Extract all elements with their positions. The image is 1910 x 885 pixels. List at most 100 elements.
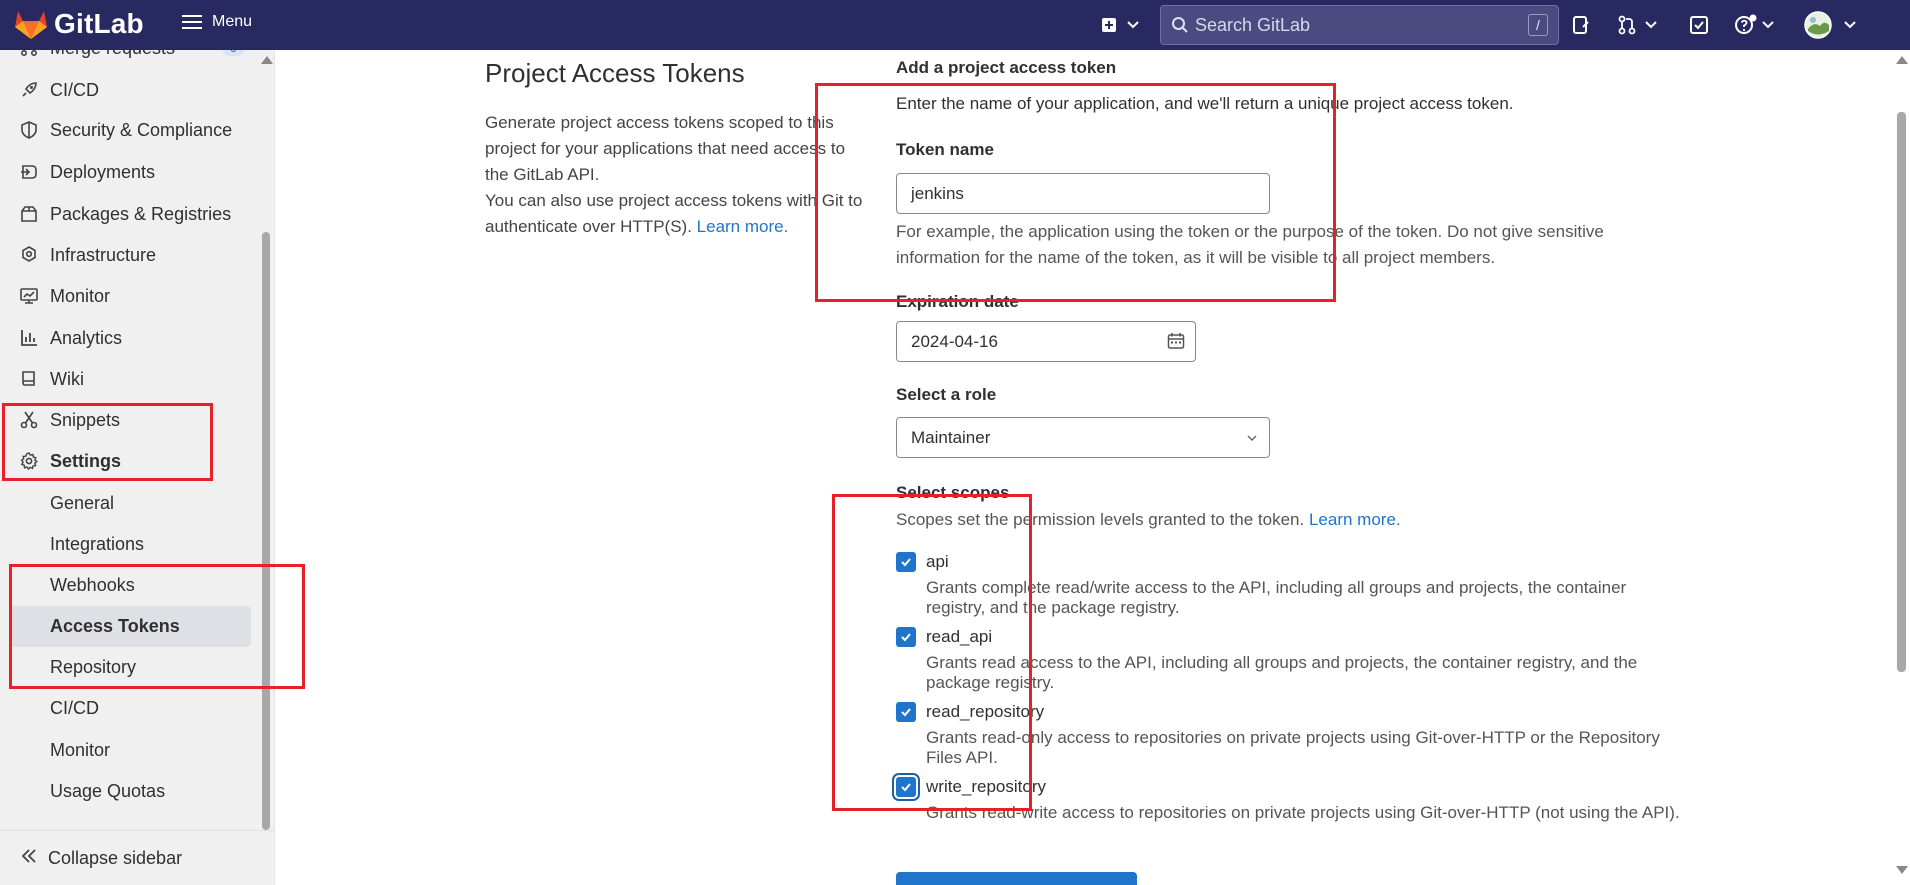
scope-read-api-label[interactable]: read_api [926, 627, 992, 647]
search-input[interactable]: Search GitLab / [1160, 5, 1559, 45]
scopes-label: Select scopes [896, 483, 1010, 502]
sidebar-item-infrastructure[interactable]: Infrastructure [10, 237, 251, 273]
gear-icon [18, 450, 40, 472]
token-name-help: For example, the application using the t… [896, 222, 1604, 267]
merge-request-icon [1618, 15, 1636, 35]
monitor-icon [18, 285, 40, 307]
tanuki-icon [15, 11, 47, 39]
avatar [1804, 11, 1832, 39]
sidebar-item-merge-requests[interactable]: Merge requests 0 [10, 50, 251, 66]
rocket-icon [18, 79, 40, 101]
sidebar-item-label: Analytics [50, 327, 123, 348]
collapse-sidebar-button[interactable]: Collapse sidebar [0, 830, 275, 885]
sidebar-sub-label: Access Tokens [50, 616, 180, 636]
sidebar-scrollbar[interactable] [262, 232, 270, 830]
checkmark-icon [901, 633, 911, 642]
create-new-button[interactable] [1098, 13, 1142, 37]
user-menu-button[interactable] [1804, 11, 1856, 39]
top-navbar: GitLab Menu Search GitLab / [0, 0, 1910, 50]
sidebar-item-wiki[interactable]: Wiki [10, 361, 251, 397]
chevron-down-icon [1762, 21, 1774, 29]
token-name-value: jenkins [911, 183, 964, 203]
sidebar-item-label: Security & Compliance [50, 119, 233, 140]
scope-read-api-description: Grants read access to the API, including… [926, 653, 1638, 692]
hamburger-icon [182, 15, 202, 29]
chevron-down-icon [1645, 21, 1657, 29]
sidebar-item-snippets[interactable]: Snippets [10, 402, 251, 438]
role-label: Select a role [896, 385, 997, 404]
page-description: Generate project access tokens scoped to… [485, 110, 863, 240]
role-select[interactable]: Maintainer [896, 417, 1270, 458]
sidebar-item-label: CI/CD [50, 79, 99, 100]
token-name-label: Token name [896, 140, 994, 159]
sidebar-scroll-up-arrow[interactable] [261, 56, 273, 64]
sidebar-item-ci-cd[interactable]: CI/CD [10, 72, 251, 108]
book-icon [18, 368, 40, 390]
sidebar-sub-webhooks[interactable]: Webhooks [10, 567, 251, 603]
scope-read-api-checkbox[interactable] [896, 627, 916, 647]
search-placeholder: Search GitLab [1195, 14, 1311, 35]
sidebar-item-label: Merge requests [50, 50, 175, 59]
scopes-learn-more-link[interactable]: Learn more. [1309, 510, 1401, 529]
checkmark-icon [901, 783, 911, 792]
cloud-gear-icon [18, 244, 40, 266]
token-name-input[interactable]: jenkins [896, 173, 1270, 214]
sidebar-item-label: Monitor [50, 285, 111, 306]
todos-button[interactable] [1686, 13, 1712, 37]
expiration-date-input[interactable]: 2024-04-16 [896, 321, 1196, 362]
scope-write-repository-label[interactable]: write_repository [926, 777, 1046, 797]
chevron-down-icon [1844, 21, 1856, 29]
scope-api-label[interactable]: api [926, 552, 949, 572]
plus-square-icon [1102, 18, 1116, 32]
page-scroll-up-arrow[interactable] [1896, 56, 1908, 64]
sidebar-nav: Merge requests 0 CI/CD Security & Compli… [0, 50, 260, 820]
app-root: GitLab Menu Search GitLab / CI/CD Securi… [0, 0, 1910, 885]
sidebar-item-deployments[interactable]: Deployments [10, 154, 251, 190]
package-icon [18, 203, 40, 225]
chevron-down-icon [1245, 430, 1259, 450]
menu-button[interactable]: Menu [182, 13, 252, 31]
sidebar-sub-label: CI/CD [50, 697, 99, 718]
scope-read-repository-label[interactable]: read_repository [926, 702, 1044, 722]
sidebar-item-packages-registries[interactable]: Packages & Registries [10, 196, 251, 232]
sidebar-sub-label: General [50, 492, 115, 513]
learn-more-link[interactable]: Learn more. [697, 217, 789, 236]
sidebar-item-settings[interactable]: Settings [10, 443, 251, 479]
scopes-help: Scopes set the permission levels granted… [896, 510, 1401, 530]
menu-label: Menu [212, 13, 253, 30]
sidebar-item-security-compliance[interactable]: Security & Compliance [10, 112, 251, 148]
chevron-down-icon [1127, 21, 1139, 29]
issues-button[interactable] [1568, 13, 1594, 37]
sidebar-sub-usage-quotas[interactable]: Usage Quotas [10, 773, 251, 809]
page-scroll-down-arrow[interactable] [1896, 866, 1908, 874]
page-title: Project Access Tokens [485, 58, 745, 88]
sidebar-item-label: Settings [50, 450, 122, 471]
merge-requests-button[interactable] [1614, 13, 1660, 37]
scope-write-repository-checkbox[interactable] [896, 777, 916, 797]
brand-name: GitLab [54, 8, 144, 39]
double-chevron-left-icon [20, 847, 38, 870]
help-icon [1735, 14, 1757, 34]
sidebar-sub-label: Monitor [50, 739, 111, 760]
scope-read-repository-checkbox[interactable] [896, 702, 916, 722]
sidebar-sub-ci-cd[interactable]: CI/CD [10, 690, 251, 726]
calendar-icon[interactable] [1167, 332, 1185, 355]
sidebar-sub-integrations[interactable]: Integrations [10, 526, 251, 562]
sidebar-sub-access-tokens[interactable]: Access Tokens [10, 606, 251, 647]
sidebar-item-monitor[interactable]: Monitor [10, 278, 251, 314]
sidebar-sub-repository[interactable]: Repository [10, 649, 251, 685]
search-icon [1172, 17, 1188, 33]
page-scrollbar[interactable] [1897, 112, 1906, 672]
sidebar-sub-general[interactable]: General [10, 485, 251, 521]
create-token-button[interactable] [896, 872, 1137, 885]
issues-icon [1573, 16, 1589, 34]
sidebar-item-analytics[interactable]: Analytics [10, 320, 251, 356]
sidebar-item-label: Packages & Registries [50, 203, 232, 224]
gitlab-logo[interactable]: GitLab [14, 8, 144, 40]
chart-icon [18, 327, 40, 349]
expiration-date-label: Expiration date [896, 292, 1019, 311]
scope-api-checkbox[interactable] [896, 552, 916, 572]
sidebar-sub-monitor[interactable]: Monitor [10, 732, 251, 768]
scope-api-description: Grants complete read/write access to the… [926, 578, 1627, 617]
help-button[interactable] [1732, 13, 1776, 37]
